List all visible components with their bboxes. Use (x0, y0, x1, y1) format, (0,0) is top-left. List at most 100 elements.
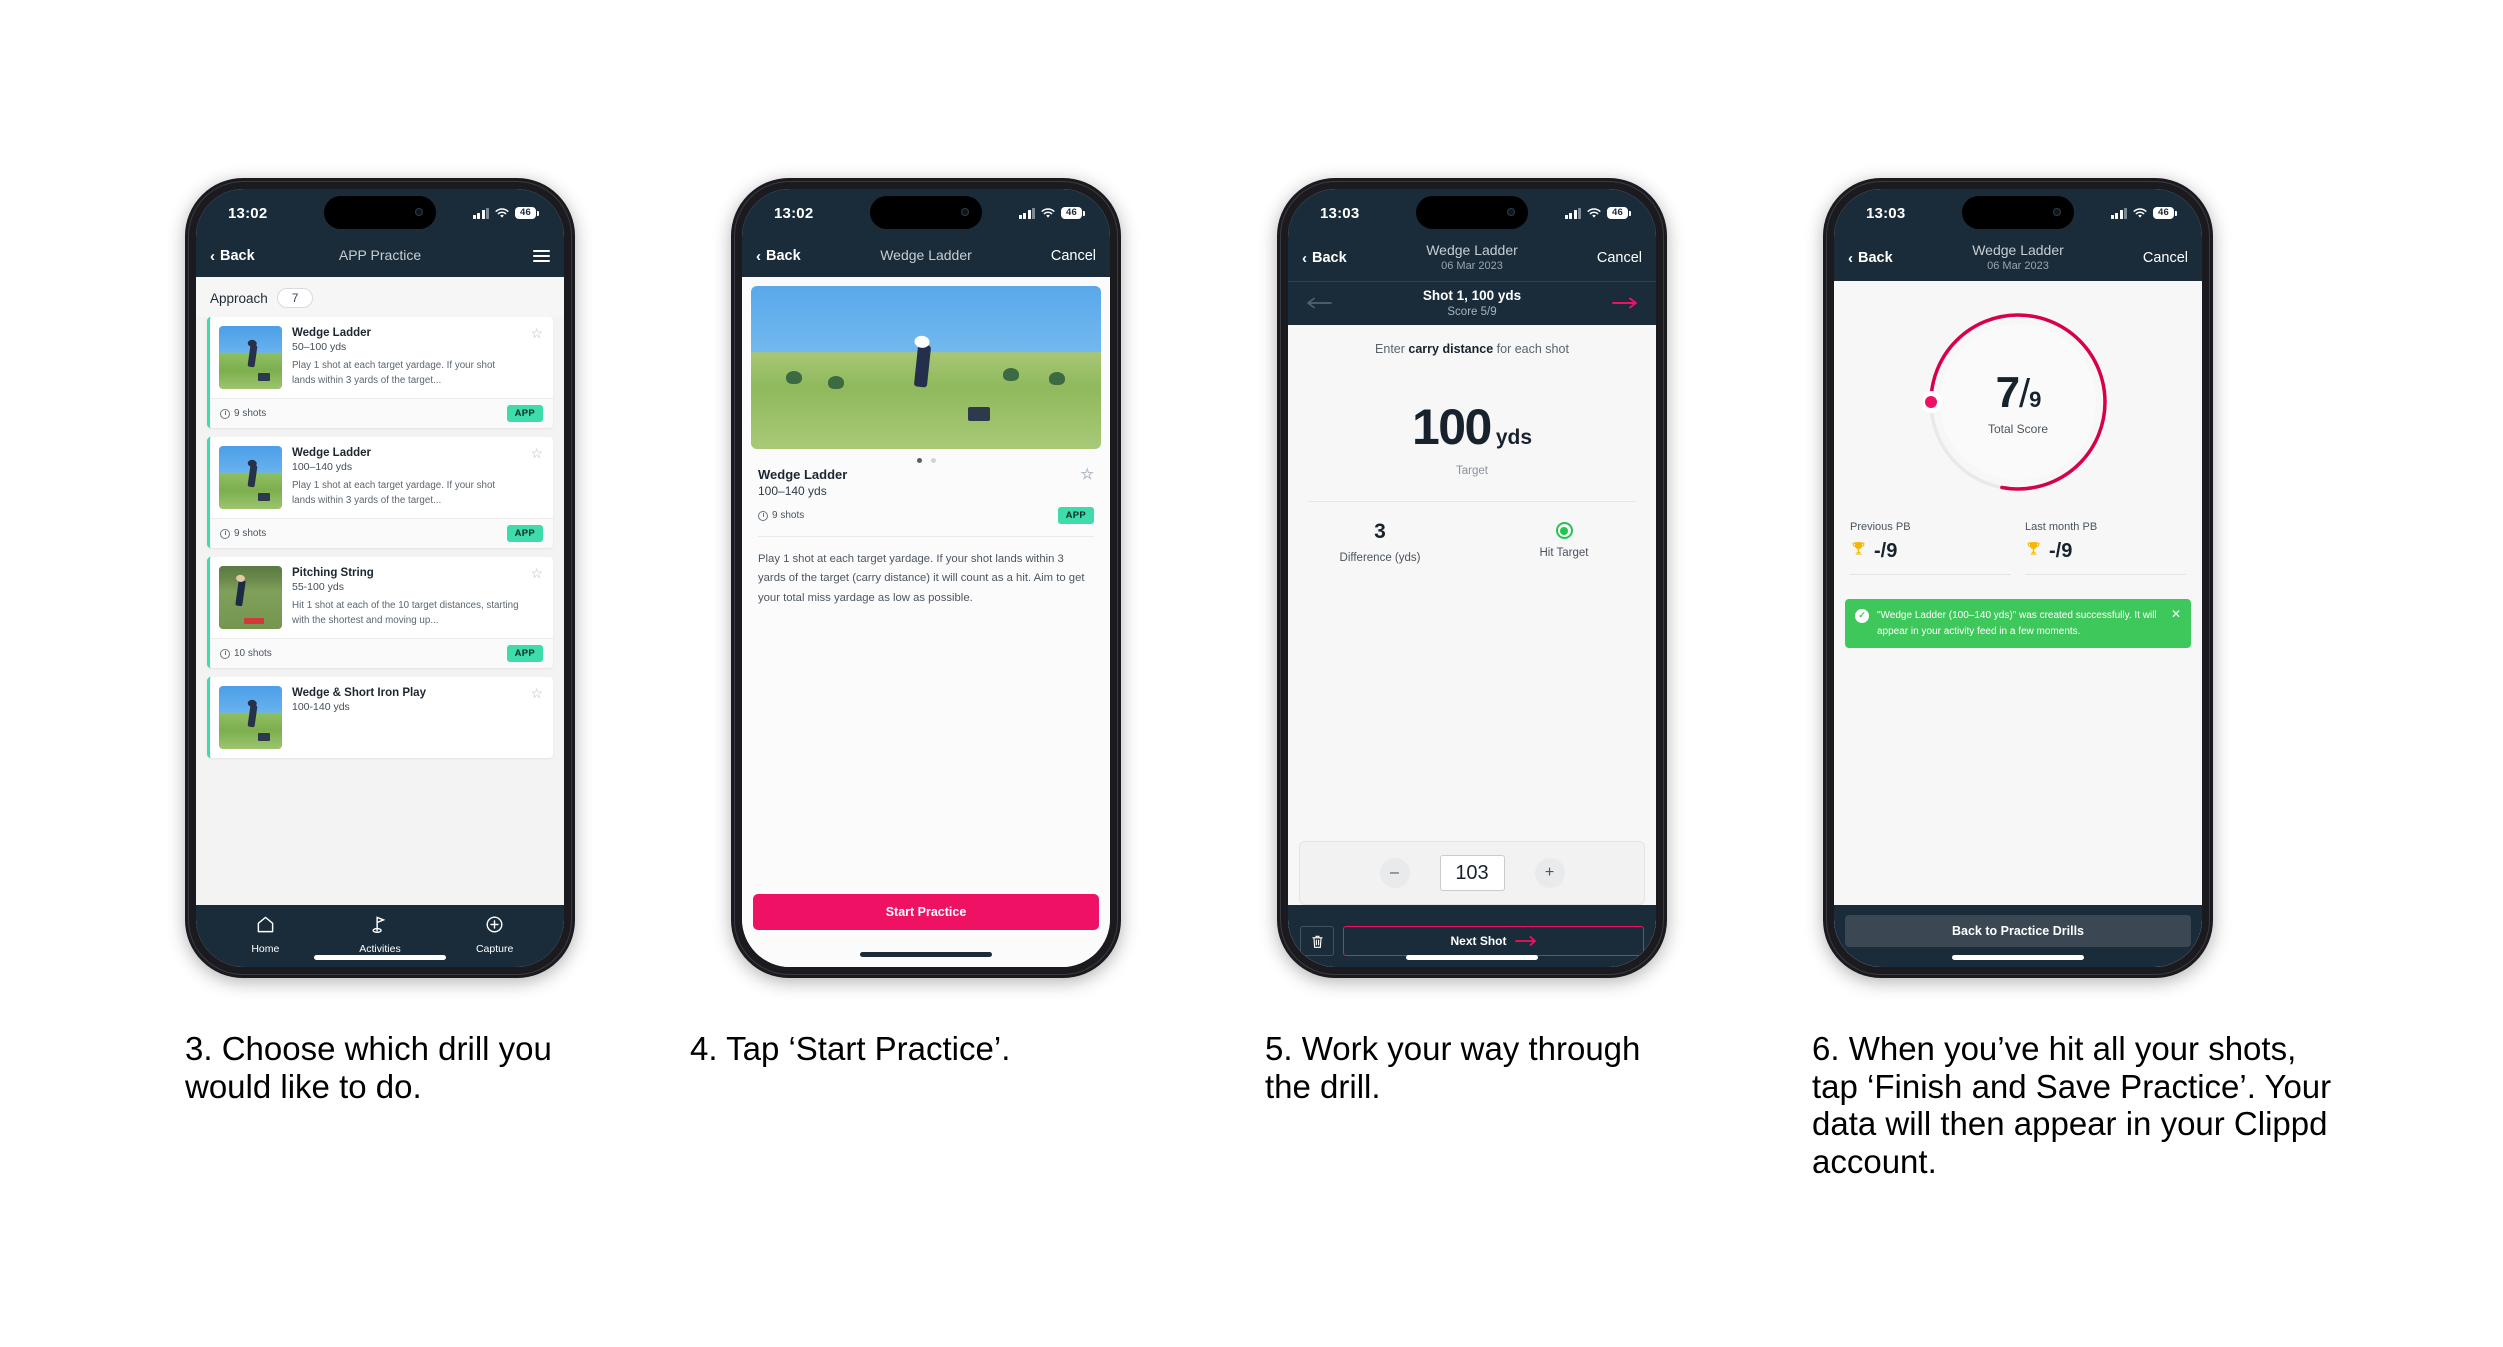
previous-pb-label: Previous PB (1850, 521, 1911, 533)
tab-activities[interactable]: Activities (345, 915, 415, 955)
increment-button[interactable]: + (1534, 858, 1565, 888)
favourite-star-icon[interactable]: ☆ (530, 326, 543, 389)
shot-info: Shot 1, 100 yds Score 5/9 (1332, 287, 1612, 318)
filter-count-pill[interactable]: 7 (276, 288, 314, 308)
prompt-bold: carry distance (1408, 342, 1494, 356)
back-label: Back (766, 248, 801, 264)
total-score-value: 7/9 (1996, 368, 2042, 418)
back-to-practice-drills-button[interactable]: Back to Practice Drills (1845, 915, 2191, 947)
dynamic-island (1962, 196, 2074, 229)
drill-shots-label: 10 shots (234, 648, 272, 659)
drill-shots: 9 shots (220, 528, 266, 539)
drill-title: Wedge Ladder (292, 327, 372, 339)
shot-navigation-bar: Shot 1, 100 yds Score 5/9 (1288, 281, 1656, 325)
next-shot-arrow-icon[interactable] (1612, 297, 1638, 309)
drill-shots-label: 9 shots (234, 408, 267, 419)
hamburger-icon[interactable] (533, 250, 550, 262)
carousel-dots[interactable] (742, 449, 1110, 467)
dynamic-island (324, 196, 436, 229)
drill-shots: 10 shots (220, 648, 272, 659)
status-bar: 13:03 46 (1834, 189, 2202, 235)
cancel-button[interactable]: Cancel (2143, 250, 2188, 266)
phone2-screen: 13:02 46 ‹ Back Wedge Ladder Cancel Wedg… (742, 189, 1110, 967)
favourite-star-icon[interactable]: ☆ (530, 446, 543, 509)
score-slash: / (2019, 372, 2030, 416)
drill-meta: Pitching String 55-100 yds Hit 1 shot at… (292, 566, 520, 629)
difference-label: Difference (yds) (1339, 552, 1421, 564)
drill-description: Play 1 shot at each target yardage. If y… (292, 480, 496, 507)
favourite-star-icon[interactable]: ☆ (530, 686, 543, 749)
phone-summary: 13:03 46 ‹ Back Wedge Ladder 06 Mar 2023… (1823, 178, 2213, 978)
phone3-screen: 13:03 46 ‹ Back Wedge Ladder 06 Mar 2023… (1288, 189, 1656, 967)
chevron-left-icon: ‹ (1848, 249, 1853, 267)
trash-icon[interactable] (1300, 926, 1334, 956)
back-button[interactable]: ‹ Back (1848, 250, 1893, 266)
status-bar: 13:02 46 (742, 189, 1110, 235)
drill-range: 100–140 yds (292, 461, 353, 474)
nav-bar: ‹ Back Wedge Ladder 06 Mar 2023 Cancel (1834, 235, 2202, 281)
close-icon[interactable]: ✕ (2171, 608, 2181, 639)
tab-home[interactable]: Home (230, 915, 300, 955)
trophy-icon (1850, 540, 1867, 563)
back-button[interactable]: ‹ Back (210, 248, 255, 264)
difference-value: 3 (1374, 520, 1386, 543)
home-indicator (1952, 955, 2084, 960)
cancel-button[interactable]: Cancel (1597, 250, 1642, 266)
divider (2025, 574, 2186, 575)
favourite-star-icon[interactable]: ☆ (530, 566, 543, 629)
chevron-left-icon: ‹ (210, 247, 215, 265)
drill-thumbnail (219, 326, 282, 389)
next-shot-button[interactable]: Next Shot (1343, 926, 1644, 956)
carousel-dot[interactable] (930, 458, 936, 463)
drill-card[interactable]: Wedge Ladder 100–140 yds Play 1 shot at … (207, 437, 553, 548)
drill-card-top: Wedge Ladder 50–100 yds Play 1 shot at e… (210, 317, 553, 398)
status-indicators: 46 (2110, 206, 2177, 220)
phone-app-practice: 13:02 46 ‹ Back APP Practice Approach 7 … (185, 178, 575, 978)
carry-distance-stepper[interactable]: – 103 + (1299, 841, 1645, 905)
status-time: 13:03 (1320, 204, 1360, 222)
nav-title-text: Wedge Ladder (1972, 242, 2064, 259)
score-total: 9 (2029, 387, 2041, 412)
drill-thumbnail (219, 566, 282, 629)
drill-card-footer: 9 shots APP (210, 518, 553, 548)
back-button[interactable]: ‹ Back (1302, 250, 1347, 266)
stat-hit-target: Hit Target (1472, 520, 1656, 564)
drill-card-list[interactable]: Wedge Ladder 50–100 yds Play 1 shot at e… (196, 317, 564, 905)
drill-card[interactable]: Wedge Ladder 50–100 yds Play 1 shot at e… (207, 317, 553, 428)
cancel-button[interactable]: Cancel (1051, 248, 1096, 264)
drill-card[interactable]: Wedge & Short Iron Play 100-140 yds ☆ (207, 677, 553, 758)
last-month-pb-value-row: -/9 (2025, 540, 2186, 563)
drill-thumbnail (219, 686, 282, 749)
tab-capture[interactable]: Capture (460, 915, 530, 955)
drill-description: Play 1 shot at each target yardage. If y… (292, 360, 496, 387)
back-button[interactable]: ‹ Back (756, 248, 801, 264)
wifi-icon (2133, 207, 2147, 219)
favourite-star-icon[interactable]: ☆ (1081, 467, 1094, 482)
previous-shot-arrow-icon[interactable] (1306, 297, 1332, 309)
nav-bar: ‹ Back Wedge Ladder 06 Mar 2023 Cancel (1288, 235, 1656, 281)
filter-row: Approach 7 (196, 277, 564, 317)
status-indicators: 46 (1018, 206, 1085, 220)
drill-card[interactable]: Pitching String 55-100 yds Hit 1 shot at… (207, 557, 553, 668)
cellular-signal-icon (472, 207, 489, 219)
drill-meta: Wedge Ladder 50–100 yds Play 1 shot at e… (292, 326, 520, 389)
home-indicator (314, 955, 446, 960)
drill-hero-image (751, 286, 1101, 449)
filter-label: Approach (210, 290, 268, 306)
battery-level: 46 (1607, 206, 1631, 220)
next-shot-label: Next Shot (1450, 934, 1507, 948)
drill-shots-label: 9 shots (234, 528, 267, 539)
carry-distance-input[interactable]: 103 (1439, 855, 1505, 891)
phone1-screen: 13:02 46 ‹ Back APP Practice Approach 7 … (196, 189, 564, 967)
cellular-signal-icon (2110, 207, 2127, 219)
previous-pb-value-row: -/9 (1850, 540, 2011, 563)
start-practice-button[interactable]: Start Practice (753, 894, 1099, 930)
carousel-dot-active[interactable] (916, 458, 922, 463)
screenshot-stage: 13:02 46 ‹ Back APP Practice Approach 7 … (0, 0, 2503, 1347)
wifi-icon (1587, 207, 1601, 219)
drill-meta-row: 9 shots APP (758, 507, 1094, 524)
drill-description: Hit 1 shot at each of the 10 target dist… (292, 600, 519, 627)
decrement-button[interactable]: – (1379, 858, 1410, 888)
drill-card-footer: 10 shots APP (210, 638, 553, 668)
drill-range: 50–100 yds (292, 341, 347, 354)
